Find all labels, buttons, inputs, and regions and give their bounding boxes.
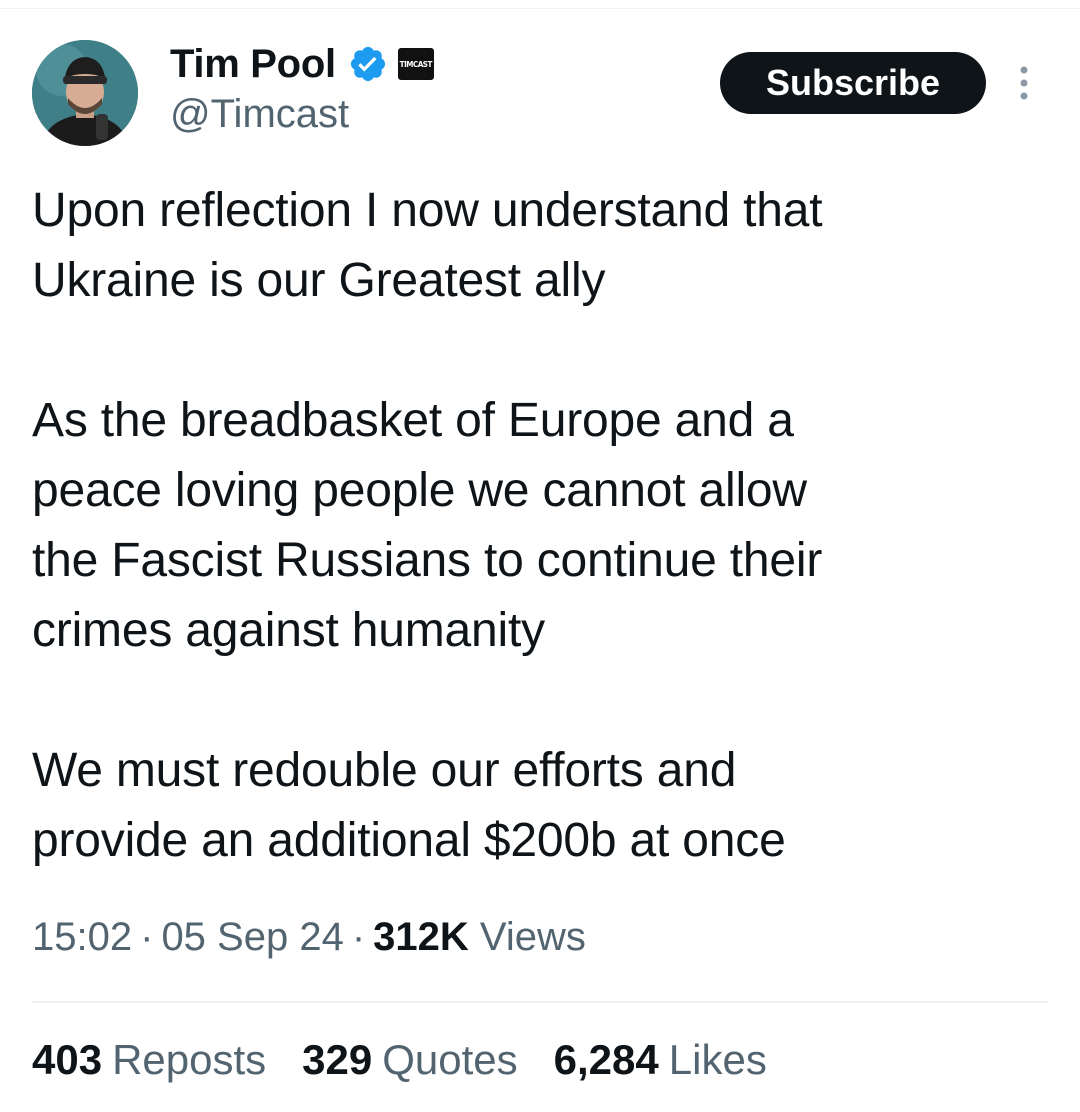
meta-separator: · (351, 915, 366, 959)
display-name[interactable]: Tim Pool (170, 42, 336, 87)
likes-label: Likes (668, 1036, 767, 1083)
tweet-date[interactable]: 05 Sep 24 (161, 915, 343, 959)
views-label[interactable]: Views (480, 915, 586, 959)
reposts-count: 403 (32, 1036, 103, 1083)
subscribe-button[interactable]: Subscribe (720, 52, 986, 114)
quotes-label: Quotes (382, 1036, 518, 1083)
engagement-stats: 403 Reposts 329 Quotes 6,284 Likes (32, 1036, 803, 1084)
likes-stat[interactable]: 6,284 Likes (554, 1036, 767, 1084)
verified-badge-icon[interactable] (348, 44, 388, 84)
avatar-image (32, 40, 138, 146)
tweet-paragraph: We must redouble our efforts and provide… (32, 744, 786, 867)
reposts-stat[interactable]: 403 Reposts (32, 1036, 266, 1084)
tweet-paragraph: Upon reflection I now understand that Uk… (32, 184, 823, 307)
quotes-stat[interactable]: 329 Quotes (302, 1036, 518, 1084)
author-info: Tim Pool TIMCAST @Timcast (170, 40, 434, 137)
affiliate-badge-icon[interactable]: TIMCAST (397, 48, 434, 80)
author-handle[interactable]: @Timcast (170, 92, 434, 137)
likes-count: 6,284 (553, 1036, 659, 1083)
stats-divider (32, 1001, 1048, 1003)
tweet-meta: 15:02 · 05 Sep 24 · 312K Views (32, 915, 586, 960)
meta-separator: · (140, 915, 154, 959)
reposts-label: Reposts (112, 1036, 267, 1083)
quotes-count: 329 (302, 1036, 373, 1083)
tweet-text: Upon reflection I now understand that Uk… (32, 176, 1042, 876)
name-row: Tim Pool TIMCAST (170, 40, 434, 88)
tweet-header: Tim Pool TIMCAST @Timcast Subscribe (32, 40, 1048, 150)
avatar[interactable] (32, 40, 138, 146)
tweet-time[interactable]: 15:02 (32, 915, 132, 959)
views-count[interactable]: 312K (373, 915, 469, 959)
more-options-icon[interactable] (1014, 64, 1034, 104)
tweet-paragraph: As the breadbasket of Europe and a peace… (32, 394, 823, 657)
top-divider (0, 8, 1080, 9)
